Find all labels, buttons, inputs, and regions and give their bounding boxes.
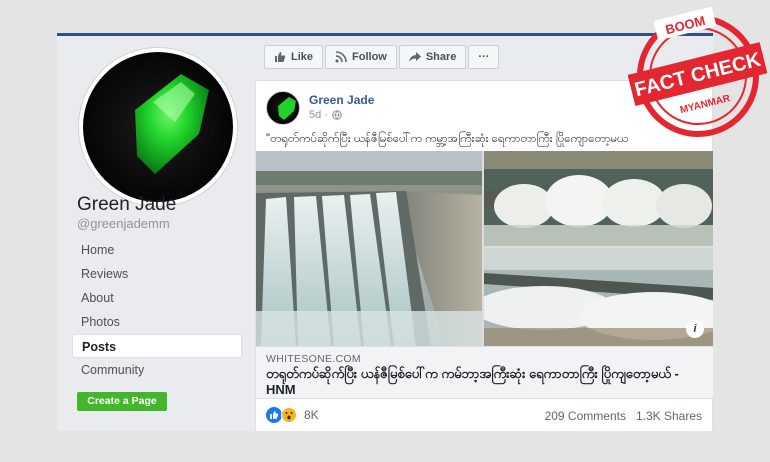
- engagement-counts: 209 Comments 1.3K Shares: [545, 409, 702, 423]
- nav-item-posts[interactable]: Posts: [72, 334, 242, 358]
- post-author-name[interactable]: Green Jade: [309, 93, 374, 107]
- share-arrow-icon: [408, 52, 421, 62]
- page-handle: @greenjademm: [77, 216, 170, 231]
- jade-thumbnail-image: [278, 97, 296, 120]
- link-preview[interactable]: WHITESONE.COM တရုတ်ကပ်ဆိုက်ပြီး ယန်ဇီမြစ…: [256, 346, 713, 399]
- page-name: Green Jade: [77, 194, 177, 215]
- globe-icon: [332, 110, 342, 120]
- reaction-count: 8K: [304, 408, 319, 422]
- like-label: Like: [291, 51, 314, 63]
- dam-discharge-image: [484, 248, 713, 346]
- wow-reaction-icon: [281, 407, 297, 423]
- post-image-collage[interactable]: i: [256, 151, 713, 346]
- like-reaction-icon: [266, 407, 282, 423]
- more-options-button[interactable]: ···: [468, 45, 500, 69]
- share-count[interactable]: 1.3K Shares: [636, 409, 702, 423]
- post-author-avatar[interactable]: [266, 91, 300, 125]
- page-nav: Home Reviews About Photos Posts Communit…: [72, 238, 242, 382]
- link-domain: WHITESONE.COM: [266, 353, 361, 365]
- page-action-bar: Like Follow Share ···: [264, 45, 501, 71]
- link-title: တရုတ်ကပ်ဆိုက်ပြီး ယန်ဇီမြစ်ပေါ်က ကမ်ဘာ့အ…: [266, 366, 679, 397]
- facebook-page-frame: Green Jade @greenjademm Home Reviews Abo…: [57, 33, 713, 431]
- info-icon[interactable]: i: [686, 320, 704, 338]
- nav-item-photos[interactable]: Photos: [72, 310, 242, 334]
- more-label: ···: [478, 51, 490, 63]
- comment-count[interactable]: 209 Comments: [545, 409, 626, 423]
- like-page-button[interactable]: Like: [264, 45, 324, 69]
- page-sidebar: Green Jade @greenjademm Home Reviews Abo…: [57, 36, 255, 431]
- fact-check-stamp-logo: BOOM FACT CHECK MYANMAR: [628, 7, 768, 137]
- nav-item-home[interactable]: Home: [72, 238, 242, 262]
- share-label: Share: [425, 51, 457, 63]
- reaction-summary[interactable]: 8K: [266, 407, 319, 423]
- nav-item-community[interactable]: Community: [72, 358, 242, 382]
- jade-gem-image: [135, 74, 209, 174]
- profile-picture[interactable]: [79, 48, 237, 206]
- dam-aerial-image: [484, 151, 713, 246]
- post-time[interactable]: 5d ·: [309, 109, 328, 121]
- dam-spillway-image: [256, 151, 482, 346]
- share-button[interactable]: Share: [398, 45, 467, 69]
- create-page-button[interactable]: Create a Page: [77, 392, 167, 411]
- thumbs-up-icon: [275, 52, 286, 62]
- nav-item-reviews[interactable]: Reviews: [72, 262, 242, 286]
- nav-item-about[interactable]: About: [72, 286, 242, 310]
- follow-button[interactable]: Follow: [325, 45, 397, 69]
- post-meta: 5d ·: [309, 109, 342, 121]
- follow-label: Follow: [352, 51, 387, 63]
- rss-icon: [335, 51, 347, 63]
- stamp-bottom-text: MYANMAR: [679, 93, 732, 116]
